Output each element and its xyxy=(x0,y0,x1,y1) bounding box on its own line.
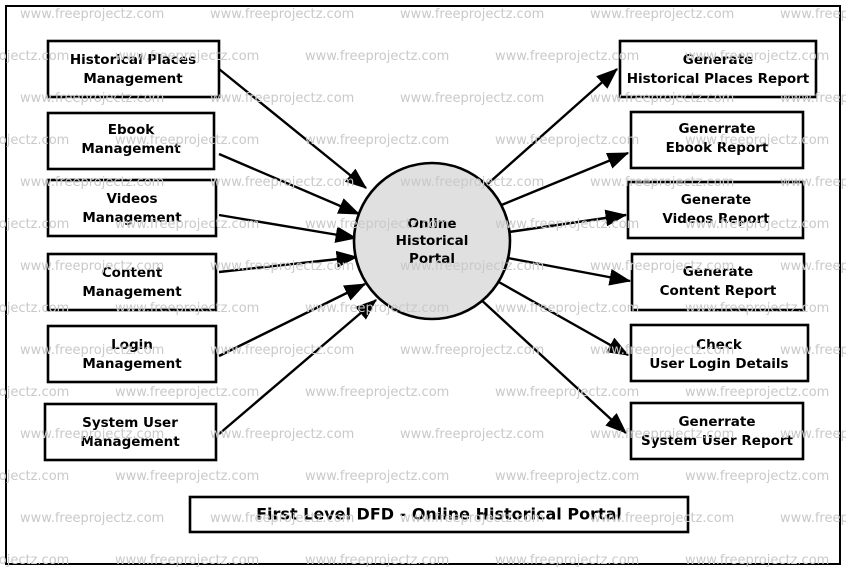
entity-label-line-1: Generate xyxy=(681,192,751,208)
entity-videos-management[interactable]: Videos Management xyxy=(46,178,218,238)
entity-label-line-2: Management xyxy=(82,356,182,372)
entity-generate-historical-places-report[interactable]: Generate Historical Places Report xyxy=(618,39,818,99)
entity-system-user-management[interactable]: System User Management xyxy=(43,402,218,462)
entity-label-line-2: System User Report xyxy=(641,433,794,449)
entity-label-line-1: System User xyxy=(82,415,178,431)
entity-box[interactable] xyxy=(46,39,221,99)
entity-label-line-2: Management xyxy=(82,284,182,300)
flow-process-to-generate-videos-report xyxy=(508,209,628,234)
entity-label-line-1: Generate xyxy=(683,264,753,280)
entity-label-line-2: Management xyxy=(82,210,182,226)
flow-login-management-to-process xyxy=(218,282,367,358)
entity-label-line-1: Content xyxy=(102,265,163,281)
process-online-historical-portal[interactable]: Online Historical Portal xyxy=(352,161,512,321)
entity-check-user-login-details[interactable]: Check User Login Details xyxy=(629,323,810,383)
entity-box[interactable] xyxy=(46,178,218,238)
dfd-canvas: Online Historical Portal Historical Plac… xyxy=(0,0,846,570)
flow-system-user-management-to-process xyxy=(218,299,377,435)
entity-content-management[interactable]: Content Management xyxy=(46,252,218,312)
entity-login-management[interactable]: Login Management xyxy=(46,324,218,384)
entity-label-line-2: Historical Places Report xyxy=(627,71,810,87)
flow-process-to-generate-historical-places-report xyxy=(481,68,618,190)
entity-generate-content-report[interactable]: Generate Content Report xyxy=(630,252,806,312)
entity-label-line-1: Generrate xyxy=(678,414,755,430)
entity-label-line-1: Generate xyxy=(683,52,753,68)
entity-ebook-management[interactable]: Ebook Management xyxy=(46,111,216,171)
entity-historical-places-management[interactable]: Historical Places Management xyxy=(46,39,221,99)
entity-label-line-1: Check xyxy=(696,337,743,353)
entity-label-line-2: Management xyxy=(81,141,181,157)
caption-text: First Level DFD - Online Historical Port… xyxy=(256,505,622,524)
entity-generrate-ebook-report[interactable]: Generrate Ebook Report xyxy=(629,110,805,170)
entity-box[interactable] xyxy=(46,252,218,312)
flow-process-to-generrate-system-user-report xyxy=(477,296,627,434)
entity-box[interactable] xyxy=(630,252,806,312)
entity-label-line-1: Generrate xyxy=(678,121,755,137)
entity-box[interactable] xyxy=(43,402,218,462)
flow-content-management-to-process xyxy=(218,250,359,274)
entity-label-line-2: Management xyxy=(83,71,183,87)
dfd-diagram: Online Historical Portal Historical Plac… xyxy=(5,5,841,565)
entity-box[interactable] xyxy=(629,323,810,383)
entity-generate-videos-report[interactable]: Generate Videos Report xyxy=(626,180,805,240)
entity-label-line-2: Ebook Report xyxy=(666,140,769,156)
entity-label-line-2: Content Report xyxy=(660,283,777,299)
entity-label-line-2: Videos Report xyxy=(662,211,770,227)
input-flows xyxy=(218,68,377,435)
diagram-caption: First Level DFD - Online Historical Port… xyxy=(188,495,690,534)
entity-generrate-system-user-report[interactable]: Generrate System User Report xyxy=(629,401,805,461)
flow-historical-places-management-to-process xyxy=(218,68,367,189)
entity-label-line-1: Historical Places xyxy=(70,52,196,68)
entity-box[interactable] xyxy=(46,324,218,384)
process-label-line-3: Portal xyxy=(409,251,455,267)
entity-box[interactable] xyxy=(629,401,805,461)
entity-box[interactable] xyxy=(626,180,805,240)
entity-label-line-1: Login xyxy=(111,337,153,353)
flow-ebook-management-to-process xyxy=(218,152,361,216)
process-label-line-1: Online xyxy=(407,216,456,232)
flow-process-to-check-user-login-details xyxy=(496,279,630,357)
flow-videos-management-to-process xyxy=(218,213,358,243)
flow-process-to-generrate-ebook-report xyxy=(498,151,630,208)
entity-box[interactable] xyxy=(618,39,818,99)
entity-label-line-2: Management xyxy=(80,434,180,450)
process-label-line-2: Historical xyxy=(396,233,469,249)
entity-label-line-1: Videos xyxy=(107,191,158,207)
entity-label-line-1: Ebook xyxy=(108,122,155,138)
flow-process-to-generate-content-report xyxy=(507,256,632,286)
entity-label-line-2: User Login Details xyxy=(649,356,788,372)
